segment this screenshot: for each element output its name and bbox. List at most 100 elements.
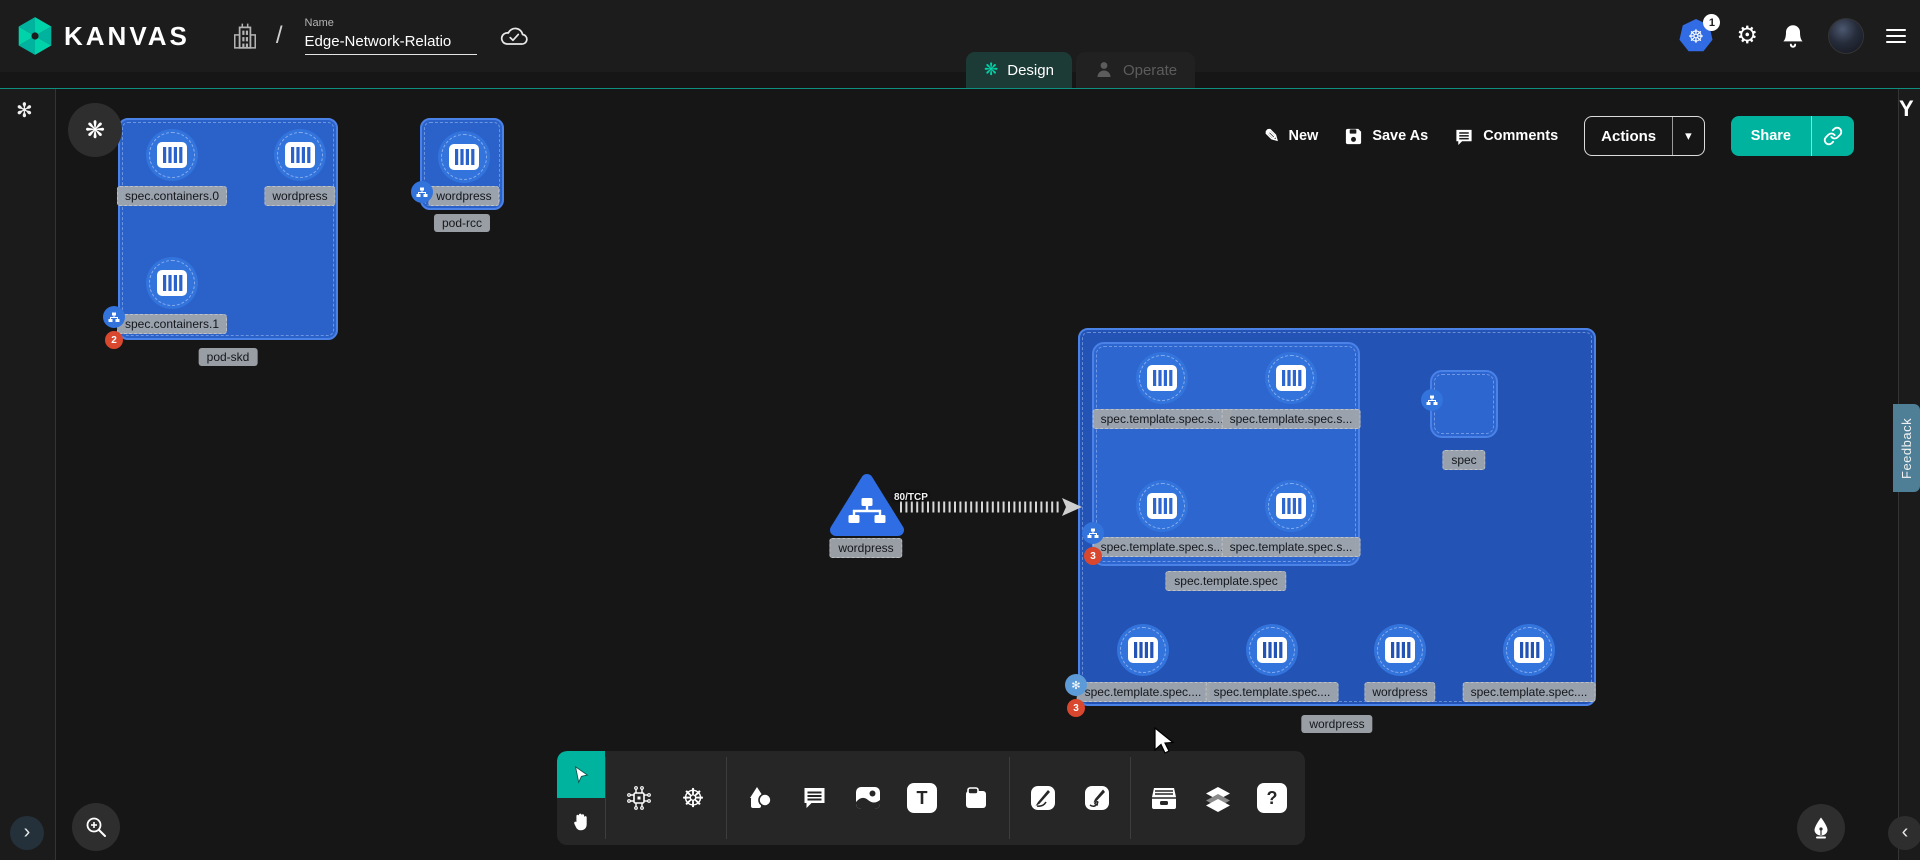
- kanvas-logo[interactable]: KANVAS: [14, 15, 190, 57]
- tab-operate[interactable]: Operate: [1076, 52, 1195, 88]
- container-node[interactable]: [146, 257, 198, 309]
- share-button[interactable]: Share: [1731, 116, 1854, 156]
- container-node[interactable]: [1246, 624, 1298, 676]
- text-tool-button[interactable]: T: [899, 775, 945, 821]
- feedback-tab[interactable]: Feedback: [1893, 404, 1920, 492]
- k8s-context-button[interactable]: ☸ 1: [1678, 18, 1714, 54]
- node-label: spec.template.spec.s...: [1093, 537, 1232, 557]
- count-badge[interactable]: 3: [1084, 547, 1102, 565]
- group-deployment-wordpress[interactable]: spec.template.spec.s... spec.template.sp…: [1078, 328, 1596, 706]
- design-spiral-icon: ❋: [984, 60, 998, 80]
- comments-button[interactable]: Comments: [1454, 127, 1558, 146]
- pan-tool-button[interactable]: [557, 798, 605, 845]
- header-right-cluster: ☸ 1 ⚙: [1678, 0, 1906, 72]
- node-label: spec.template.spec....: [1463, 682, 1596, 702]
- chevron-right-icon: ›: [24, 821, 31, 844]
- kubernetes-wheel-icon: ☸: [681, 785, 704, 811]
- image-tool-button[interactable]: [845, 775, 891, 821]
- network-badge-icon[interactable]: [1082, 522, 1104, 544]
- comment-tool-button[interactable]: [791, 775, 837, 821]
- container-node[interactable]: [1265, 480, 1317, 532]
- shapes-tool-button[interactable]: [737, 775, 783, 821]
- save-icon: [1344, 127, 1363, 146]
- copy-link-icon[interactable]: [1811, 116, 1854, 156]
- node-label: wordpress: [1364, 682, 1435, 702]
- notifications-bell-icon[interactable]: [1780, 22, 1806, 50]
- validate-pen-button[interactable]: [1797, 804, 1845, 852]
- help-tool-button[interactable]: ?: [1249, 775, 1295, 821]
- node-label-spec: spec: [1442, 450, 1485, 470]
- zoom-button[interactable]: [72, 803, 120, 851]
- service-node[interactable]: [828, 472, 906, 538]
- shapes-icon: [746, 784, 774, 812]
- settings-gear-icon[interactable]: ⚙: [1736, 24, 1758, 48]
- group-label-pod-rcc: pod-rcc: [434, 214, 490, 232]
- container-node[interactable]: [1136, 480, 1188, 532]
- container-node[interactable]: [1374, 624, 1426, 676]
- container-node[interactable]: [438, 131, 490, 183]
- collapse-right-panel-button[interactable]: ‹: [1888, 816, 1920, 850]
- cursor-icon: [570, 764, 592, 786]
- actions-label: Actions: [1585, 117, 1672, 155]
- cloud-saved-icon: [499, 24, 529, 48]
- network-badge-icon[interactable]: [411, 181, 433, 203]
- pencil-scribble-icon: [1083, 784, 1111, 812]
- container-node[interactable]: [146, 129, 198, 181]
- group-label-pod-skd: pod-skd: [199, 348, 258, 366]
- left-dock: [0, 89, 56, 860]
- new-pencil-icon: ✎: [1264, 126, 1279, 147]
- network-badge-icon[interactable]: [103, 306, 125, 328]
- group-pod-rcc[interactable]: wordpress: [420, 118, 504, 210]
- meshery-badge-icon[interactable]: ✻: [1065, 674, 1087, 696]
- container-node[interactable]: [1136, 352, 1188, 404]
- organization-icon[interactable]: [232, 22, 258, 50]
- annotation-tools: T: [727, 751, 1009, 845]
- mouse-cursor: [1152, 726, 1178, 756]
- text-tool-icon: T: [907, 783, 937, 813]
- service-label: wordpress: [829, 538, 902, 558]
- edge-pen-tool-button[interactable]: [1020, 775, 1066, 821]
- mode-tabs: ❋ Design Operate: [966, 52, 1195, 88]
- container-node[interactable]: [1117, 624, 1169, 676]
- node-label: spec.template.spec....: [1077, 682, 1210, 702]
- freehand-tool-button[interactable]: [1074, 775, 1120, 821]
- y-logo[interactable]: Y: [1899, 96, 1914, 122]
- node-label: spec.containers.0: [117, 186, 227, 206]
- hand-icon: [570, 811, 592, 833]
- network-badge-icon[interactable]: [1421, 389, 1443, 411]
- note-tool-button[interactable]: [953, 775, 999, 821]
- chevron-left-icon: ‹: [1902, 821, 1909, 844]
- container-node[interactable]: [274, 129, 326, 181]
- design-name-input[interactable]: [305, 31, 477, 55]
- user-avatar[interactable]: [1828, 18, 1864, 54]
- actions-caret-icon[interactable]: ▾: [1672, 117, 1704, 155]
- node-spec[interactable]: [1430, 370, 1498, 438]
- drawer-tool-button[interactable]: [1141, 775, 1187, 821]
- components-tool-button[interactable]: [616, 775, 662, 821]
- cluster-fab-button[interactable]: ❋: [68, 103, 122, 157]
- pen-path-icon: [1029, 784, 1057, 812]
- expand-left-panel-button[interactable]: ›: [10, 816, 44, 850]
- comment-icon: [801, 785, 828, 811]
- container-node[interactable]: [1503, 624, 1555, 676]
- count-badge[interactable]: 3: [1067, 699, 1085, 717]
- save-as-button[interactable]: Save As: [1344, 127, 1428, 146]
- container-node[interactable]: [1265, 352, 1317, 404]
- meshery-spiral-icon[interactable]: ✻: [16, 98, 33, 123]
- circuit-icon: [625, 784, 653, 812]
- actions-dropdown-button[interactable]: Actions ▾: [1584, 116, 1705, 156]
- layers-tool-button[interactable]: [1195, 775, 1241, 821]
- new-button[interactable]: ✎ New: [1264, 126, 1318, 147]
- zoom-in-icon: [84, 815, 108, 839]
- group-pod-skd[interactable]: spec.containers.0 wordpress spec.contain…: [118, 118, 338, 340]
- count-badge[interactable]: 2: [105, 331, 123, 349]
- group-spec-template-spec[interactable]: spec.template.spec.s... spec.template.sp…: [1092, 342, 1360, 566]
- kanvas-hex-icon: [14, 15, 56, 57]
- node-label: spec.template.spec....: [1206, 682, 1339, 702]
- node-label: wordpress: [264, 186, 335, 206]
- pointer-tools: [557, 751, 605, 845]
- kubernetes-tool-button[interactable]: ☸: [670, 775, 716, 821]
- hamburger-menu-icon[interactable]: [1886, 29, 1906, 43]
- cursor-tool-button[interactable]: [557, 751, 605, 798]
- tab-design[interactable]: ❋ Design: [966, 52, 1072, 88]
